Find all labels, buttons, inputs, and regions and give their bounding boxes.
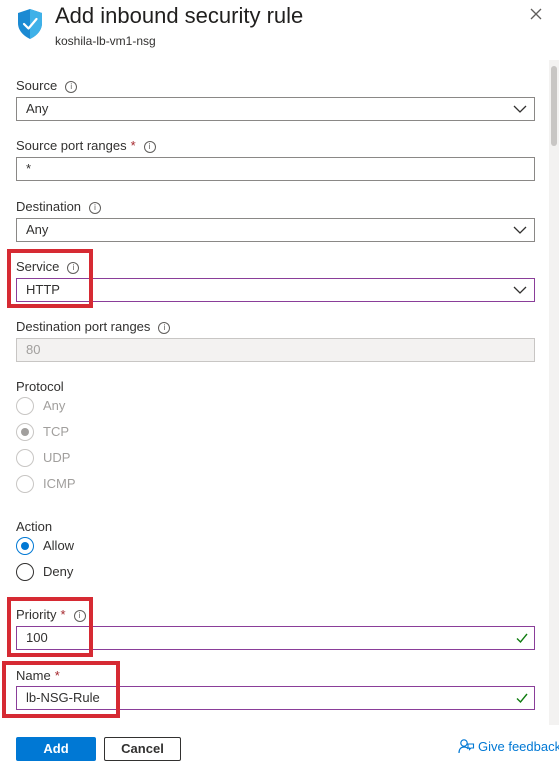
info-icon[interactable]: i bbox=[143, 141, 156, 153]
chevron-down-icon bbox=[513, 226, 527, 234]
radio-button-checked bbox=[16, 423, 34, 441]
radio-button bbox=[16, 449, 34, 467]
service-highlight-box bbox=[7, 249, 93, 308]
chevron-down-icon bbox=[513, 105, 527, 113]
feedback-icon bbox=[458, 739, 475, 754]
cancel-button[interactable]: Cancel bbox=[104, 737, 181, 761]
required-asterisk: * bbox=[130, 138, 136, 153]
source-value: Any bbox=[26, 101, 49, 116]
destination-port-ranges-value: 80 bbox=[26, 342, 41, 357]
page-title: Add inbound security rule bbox=[55, 3, 304, 28]
destination-dropdown[interactable]: Any bbox=[16, 218, 535, 242]
destination-label: Destination i bbox=[16, 199, 102, 215]
scrollbar-thumb[interactable] bbox=[551, 66, 557, 146]
checkmark-icon bbox=[516, 633, 528, 644]
source-port-ranges-value: * bbox=[26, 161, 32, 176]
give-feedback-link[interactable]: Give feedback bbox=[458, 738, 559, 758]
info-icon[interactable]: i bbox=[158, 322, 171, 334]
destination-value: Any bbox=[26, 222, 49, 237]
radio-button bbox=[16, 397, 34, 415]
radio-button-checked[interactable] bbox=[16, 537, 34, 555]
name-highlight-box bbox=[2, 661, 120, 718]
priority-highlight-box bbox=[7, 597, 93, 657]
service-dropdown[interactable]: HTTP bbox=[16, 278, 535, 302]
destination-port-ranges-input: 80 bbox=[16, 338, 535, 362]
shield-icon bbox=[17, 8, 43, 40]
info-icon[interactable]: i bbox=[89, 202, 102, 214]
checkmark-icon bbox=[516, 693, 528, 704]
radio-button[interactable] bbox=[16, 563, 34, 581]
destination-port-ranges-label: Destination port ranges i bbox=[16, 319, 171, 335]
source-port-ranges-label: Source port ranges * i bbox=[16, 138, 156, 154]
close-icon[interactable] bbox=[528, 6, 544, 22]
chevron-down-icon bbox=[513, 286, 527, 294]
page-subtitle: koshila-lb-vm1-nsg bbox=[55, 34, 156, 48]
scrollbar[interactable] bbox=[549, 60, 559, 725]
priority-input[interactable]: 100 bbox=[16, 626, 535, 650]
radio-button bbox=[16, 475, 34, 493]
add-button[interactable]: Add bbox=[16, 737, 96, 761]
source-label: Source i bbox=[16, 78, 78, 94]
action-label: Action bbox=[16, 519, 53, 534]
info-icon[interactable]: i bbox=[65, 81, 78, 93]
source-dropdown[interactable]: Any bbox=[16, 97, 535, 121]
source-port-ranges-input[interactable]: * bbox=[16, 157, 535, 181]
protocol-label: Protocol bbox=[16, 379, 64, 394]
